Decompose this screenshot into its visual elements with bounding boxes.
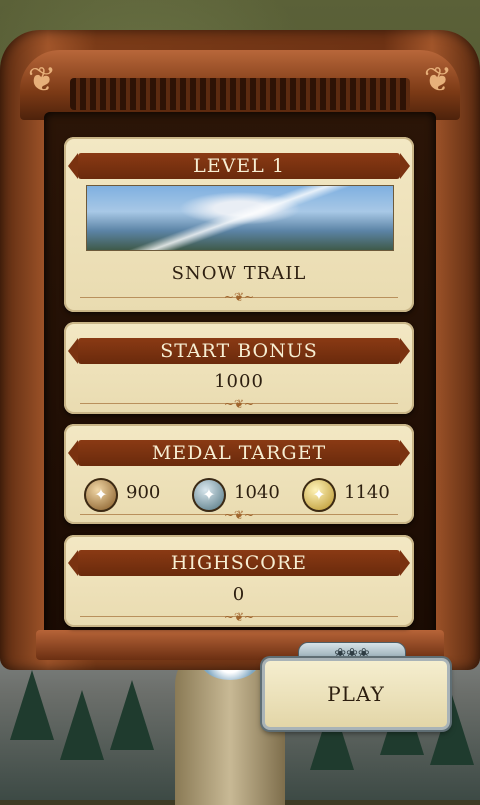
flourish-icon: ~❦~: [223, 508, 255, 522]
pine-tree: [60, 690, 104, 760]
silver-medal-value: 1040: [234, 482, 280, 503]
bronze-medal-value: 900: [126, 482, 161, 503]
level-banner: LEVEL 1: [68, 153, 410, 179]
frame-vents: [70, 78, 410, 110]
start-bonus-banner: START BONUS: [68, 338, 410, 364]
gold-medal-value: 1140: [344, 482, 390, 503]
silver-medal-icon: ✦: [192, 478, 226, 512]
pine-tree: [10, 670, 54, 740]
bronze-medal-icon: ✦: [84, 478, 118, 512]
start-bonus-panel: START BONUS 1000 ~❦~: [64, 322, 414, 414]
flourish-icon: ~❦~: [223, 290, 255, 304]
highscore-panel: HIGHSCORE 0 ~❦~: [64, 535, 414, 627]
right-ornament-icon: ❦: [423, 60, 453, 100]
left-ornament-icon: ❦: [27, 60, 57, 100]
level-preview-image: [86, 185, 394, 251]
level-panel: LEVEL 1 SNOW TRAIL ~❦~: [64, 137, 414, 312]
highscore-value: 0: [232, 584, 246, 605]
play-button[interactable]: PLAY: [262, 658, 450, 730]
pine-tree: [110, 680, 154, 750]
flourish-icon: ~❦~: [223, 397, 255, 411]
flourish-icon: ~❦~: [223, 610, 255, 624]
start-bonus-value: 1000: [214, 371, 264, 392]
medal-target-banner: MEDAL TARGET: [68, 440, 410, 466]
gold-medal-icon: ✦: [302, 478, 336, 512]
medal-target-panel: MEDAL TARGET ✦ 900 ✦ 1040 ✦ 1140 ~❦~: [64, 424, 414, 524]
highscore-banner: HIGHSCORE: [68, 550, 410, 576]
level-name: SNOW TRAIL: [171, 263, 307, 284]
